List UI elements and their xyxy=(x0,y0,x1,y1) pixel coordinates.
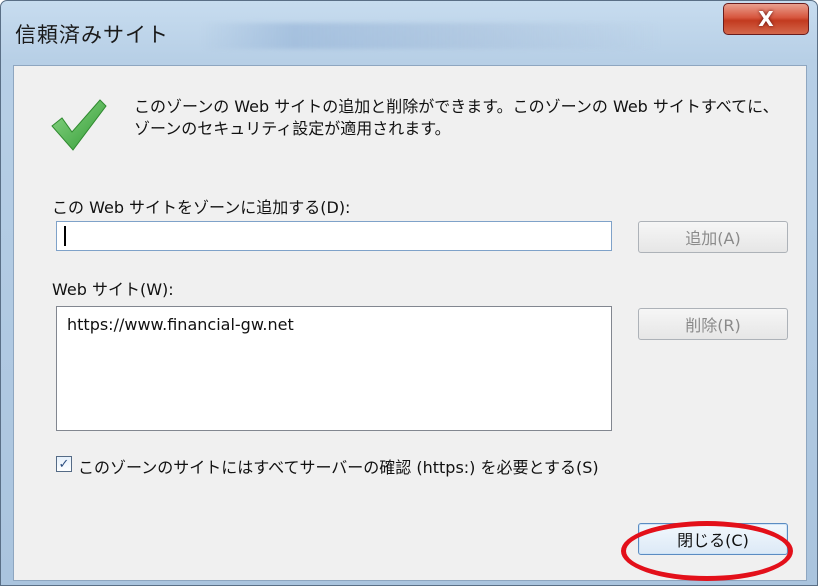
zone-description: このゾーンの Web サイトの追加と削除ができます。このゾーンの Web サイト… xyxy=(134,97,779,138)
dialog-body: このゾーンの Web サイトの追加と削除ができます。このゾーンの Web サイト… xyxy=(13,65,807,581)
add-button[interactable]: 追加(A) xyxy=(638,221,788,253)
remove-button[interactable]: 削除(R) xyxy=(638,308,788,340)
sites-label: Web サイト(W): xyxy=(52,280,174,299)
list-item[interactable]: https://www.financial-gw.net xyxy=(67,315,294,334)
sites-list[interactable]: https://www.financial-gw.net xyxy=(56,306,612,431)
checkmark-icon xyxy=(51,99,107,151)
close-icon: X xyxy=(758,7,774,31)
https-checkbox[interactable]: ✓ xyxy=(56,456,72,472)
window-close-button[interactable]: X xyxy=(723,3,809,35)
title-bar[interactable]: 信頼済みサイト X xyxy=(1,1,817,59)
close-button[interactable]: 閉じる(C) xyxy=(638,523,788,555)
background-tabs xyxy=(201,23,661,49)
window-title: 信頼済みサイト xyxy=(15,23,169,47)
dialog-window: 信頼済みサイト X このゾーンの Web サイトの追加と削除ができます。このゾー… xyxy=(0,0,818,586)
text-caret xyxy=(64,226,66,246)
checkbox-check-icon: ✓ xyxy=(58,456,70,472)
add-site-input[interactable] xyxy=(56,221,612,251)
https-checkbox-label[interactable]: このゾーンのサイトにはすべてサーバーの確認 (https:) を必要とする(S) xyxy=(78,454,599,478)
add-site-label: この Web サイトをゾーンに追加する(D): xyxy=(52,198,351,217)
